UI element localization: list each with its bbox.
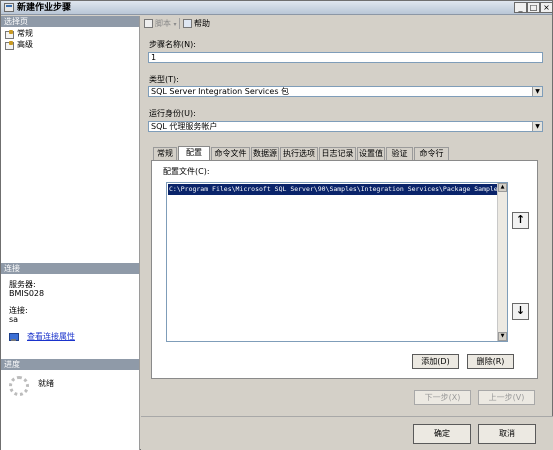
- configuration-panel: 配置文件(C): C:\Program Files\Microsoft SQL …: [151, 160, 538, 379]
- tab-command-files[interactable]: 命令文件: [211, 147, 250, 160]
- add-button[interactable]: 添加(D): [412, 354, 459, 369]
- progress-header: 进度: [1, 359, 139, 370]
- nav-item-label: 常规: [17, 29, 33, 38]
- step-name-label: 步骤名称(N):: [149, 40, 196, 49]
- nav-item-label: 高级: [17, 40, 33, 49]
- job-step-dialog: 新建作业步骤 _ □ × 选择页 常规 高级 连接 服务器: BMIS028 连…: [0, 0, 553, 450]
- connection-properties-icon: [9, 332, 20, 342]
- config-files-list[interactable]: C:\Program Files\Microsoft SQL Server\90…: [166, 182, 508, 342]
- run-as-select[interactable]: SQL 代理服务帐户 ▼: [148, 121, 543, 132]
- type-label: 类型(T):: [149, 75, 179, 84]
- script-icon: [144, 19, 153, 28]
- window-icon: [4, 3, 14, 12]
- dialog-button-bar: 确定 取消: [141, 416, 553, 450]
- previous-button[interactable]: 上一步(V): [478, 390, 535, 405]
- chevron-down-icon[interactable]: ▼: [532, 122, 542, 131]
- chevron-down-icon[interactable]: ▼: [532, 87, 542, 96]
- page-icon: [5, 41, 14, 50]
- connection-header: 连接: [1, 263, 139, 274]
- progress-status: 就绪: [38, 379, 54, 388]
- delete-button[interactable]: 删除(R): [467, 354, 514, 369]
- tab-set-values[interactable]: 设置值: [357, 147, 385, 160]
- tab-general[interactable]: 常规: [153, 147, 177, 160]
- tab-verification[interactable]: 验证: [386, 147, 413, 160]
- chevron-down-icon: ▾: [173, 21, 177, 28]
- select-page-header: 选择页: [1, 16, 139, 27]
- step-name-input[interactable]: 1: [148, 52, 543, 63]
- tab-command-line[interactable]: 命令行: [414, 147, 449, 160]
- connection-label: 连接:: [9, 306, 28, 315]
- tab-configuration[interactable]: 配置: [178, 146, 210, 161]
- server-value: BMIS028: [9, 289, 45, 298]
- script-label: 脚本: [155, 19, 171, 28]
- view-connection-properties-link[interactable]: 查看连接属性: [27, 332, 75, 342]
- help-icon: [183, 19, 192, 28]
- main-panel: 脚本 ▾ 帮助 步骤名称(N): 1 类型(T): SQL Server Int…: [141, 16, 553, 450]
- nav-item-advanced[interactable]: 高级: [5, 40, 33, 50]
- move-down-button[interactable]: ↓: [512, 303, 529, 320]
- ok-button[interactable]: 确定: [413, 424, 471, 444]
- tab-data-sources[interactable]: 数据源: [251, 147, 279, 160]
- connection-value: sa: [9, 315, 19, 324]
- run-as-value: SQL 代理服务帐户: [151, 122, 218, 131]
- help-button[interactable]: 帮助: [183, 18, 210, 29]
- next-button[interactable]: 下一步(X): [414, 390, 471, 405]
- config-file-item[interactable]: C:\Program Files\Microsoft SQL Server\90…: [168, 184, 497, 195]
- page-icon: [5, 30, 14, 39]
- close-button[interactable]: ×: [540, 2, 553, 13]
- run-as-label: 运行身份(U):: [149, 109, 196, 118]
- move-up-button[interactable]: ↑: [512, 212, 529, 229]
- scroll-up-icon[interactable]: ▲: [498, 183, 507, 192]
- maximize-button[interactable]: □: [527, 2, 540, 13]
- server-label: 服务器:: [9, 280, 36, 289]
- progress-spinner-icon: [9, 376, 29, 396]
- script-button[interactable]: 脚本 ▾: [144, 18, 177, 29]
- tab-logging[interactable]: 日志记录: [319, 147, 356, 160]
- toolbar: 脚本 ▾ 帮助: [141, 16, 553, 31]
- type-select[interactable]: SQL Server Integration Services 包 ▼: [148, 86, 543, 97]
- config-files-scrollbar[interactable]: ▲ ▼: [497, 183, 507, 341]
- nav-item-general[interactable]: 常规: [5, 29, 33, 39]
- toolbar-separator: [179, 18, 180, 29]
- title-bar: 新建作业步骤 _ □ ×: [1, 1, 553, 15]
- cancel-button[interactable]: 取消: [478, 424, 536, 444]
- minimize-button[interactable]: _: [514, 2, 527, 13]
- type-value: SQL Server Integration Services 包: [151, 87, 290, 96]
- scroll-down-icon[interactable]: ▼: [498, 332, 507, 341]
- window-title: 新建作业步骤: [17, 3, 72, 13]
- left-panel: 选择页 常规 高级 连接 服务器: BMIS028 连接: sa 查看连接属性 …: [1, 16, 140, 450]
- help-label: 帮助: [194, 19, 210, 28]
- tab-execution-options[interactable]: 执行选项: [280, 147, 318, 160]
- config-files-label: 配置文件(C):: [163, 167, 210, 176]
